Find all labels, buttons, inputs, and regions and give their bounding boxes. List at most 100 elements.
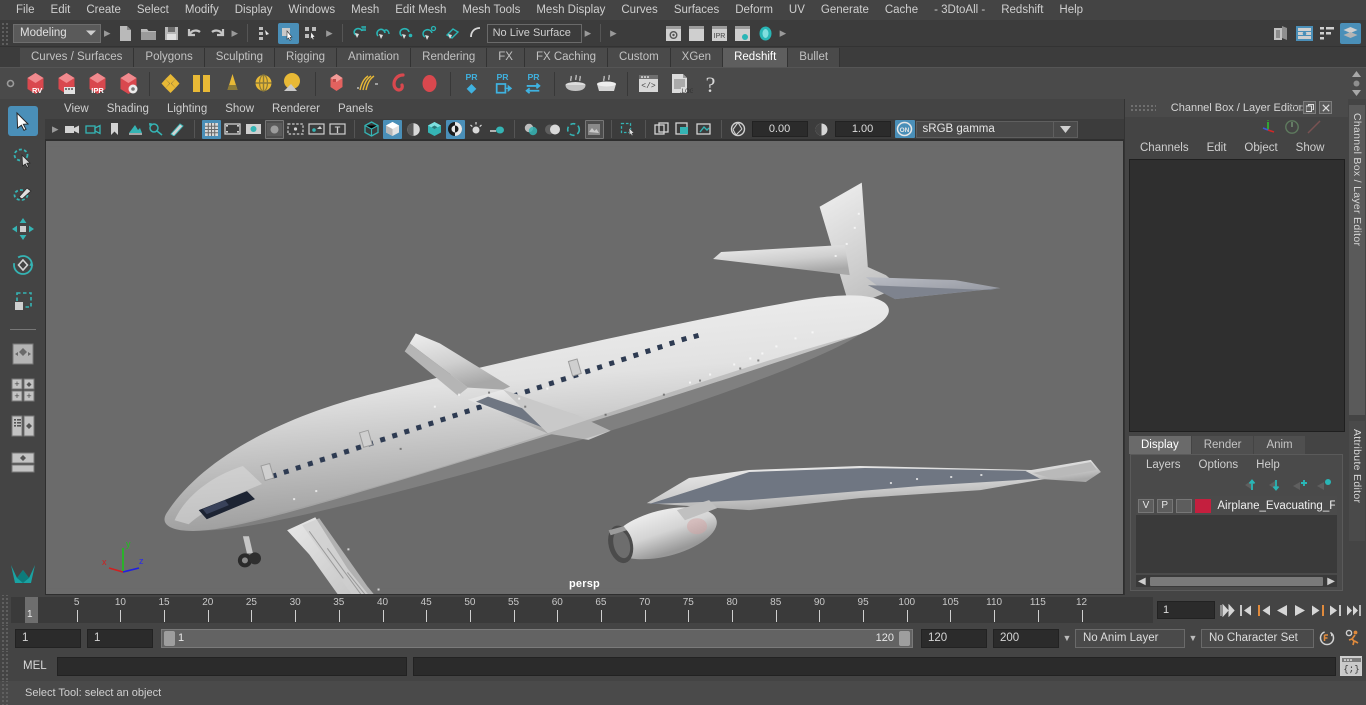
move-layer-up-icon[interactable] (1244, 478, 1260, 491)
film-origin-icon[interactable] (286, 120, 305, 139)
redshift-render-view-icon[interactable]: RV (21, 69, 50, 98)
command-line-grip[interactable] (0, 651, 9, 681)
render-region-icon[interactable] (695, 120, 714, 139)
range-end-handle[interactable] (899, 630, 910, 646)
persp-outliner-layout[interactable] (8, 411, 38, 441)
command-input-field[interactable] (56, 656, 407, 676)
ambient-occlusion-icon[interactable] (467, 120, 486, 139)
animation-preferences-icon[interactable] (1340, 629, 1366, 647)
viewport-snapshot-icon[interactable] (584, 119, 604, 139)
play-forwards-icon[interactable] (1291, 600, 1308, 620)
paint-select-tool[interactable] (8, 178, 38, 208)
open-scene-icon[interactable] (138, 23, 159, 44)
rotate-tool[interactable] (8, 250, 38, 280)
diagonal-line-icon[interactable] (1306, 119, 1322, 135)
anim-start-time-field[interactable]: 1 (15, 628, 81, 648)
layer-horizontal-scrollbar[interactable]: ◀ ▶ (1136, 575, 1337, 587)
shelf-tab-fx[interactable]: FX (487, 48, 525, 67)
perspective-viewport[interactable]: y x z persp (45, 140, 1124, 595)
gamma-field[interactable]: 1.00 (834, 121, 891, 137)
hypershade-icon[interactable] (755, 23, 776, 44)
viewport-menu-panels[interactable]: Panels (329, 99, 382, 119)
xray-active-components-icon[interactable] (619, 120, 638, 139)
play-backwards-icon[interactable] (1273, 600, 1290, 620)
redshift-bake-set-icon[interactable] (592, 69, 621, 98)
layer-scroll-thumb[interactable] (1149, 576, 1324, 586)
camera-attributes-icon[interactable] (84, 120, 103, 139)
panel-grip-left[interactable] (1130, 104, 1156, 112)
layer-playback-toggle[interactable]: P (1156, 498, 1173, 513)
time-slider-grip[interactable] (0, 595, 9, 625)
dock-tab-channel-box[interactable]: Channel Box / Layer Editor (1349, 105, 1365, 415)
step-back-frame-icon[interactable] (1255, 600, 1272, 620)
status-expander-5[interactable]: ▸ (607, 25, 620, 41)
select-by-object-icon[interactable] (278, 22, 300, 44)
menu-help[interactable]: Help (1051, 0, 1091, 20)
four-view-layout[interactable]: + + + (8, 375, 38, 405)
scroll-left-arrow-icon[interactable]: ◀ (1136, 576, 1148, 587)
wireframe-shaded-icon[interactable] (362, 120, 381, 139)
shelf-tab-fx-caching[interactable]: FX Caching (524, 48, 609, 67)
shelf-tab-polygons[interactable]: Polygons (134, 48, 205, 67)
gate-mask-icon[interactable] (264, 119, 284, 139)
menu-redshift[interactable]: Redshift (993, 0, 1051, 20)
menu-windows[interactable]: Windows (280, 0, 343, 20)
anim-layer-dropdown-arrow[interactable]: ▼ (1059, 633, 1075, 643)
scroll-right-arrow-icon[interactable]: ▶ (1325, 576, 1337, 587)
menu-generate[interactable]: Generate (813, 0, 877, 20)
redshift-pr-export-icon[interactable]: PR (488, 69, 517, 98)
persp-graph-layout[interactable] (8, 447, 38, 477)
snap-to-grid-icon[interactable] (350, 23, 371, 44)
redshift-ies-light-icon[interactable] (249, 69, 278, 98)
shelf-tab-redshift[interactable]: Redshift (723, 48, 789, 67)
render-sequence-icon[interactable] (686, 23, 707, 44)
dock-tab-attribute-editor[interactable]: Attribute Editor (1349, 421, 1365, 541)
status-expander-4[interactable]: ▸ (582, 25, 595, 41)
ipr-render-icon[interactable]: IPR (709, 23, 730, 44)
render-view-icon[interactable] (663, 23, 684, 44)
redshift-dome-light-icon[interactable] (187, 69, 216, 98)
film-gate-icon[interactable] (223, 120, 242, 139)
snap-to-view-plane-icon[interactable] (442, 23, 463, 44)
select-by-component-icon[interactable] (301, 23, 322, 44)
layer-tab-display[interactable]: Display (1129, 436, 1191, 454)
exposure-icon[interactable] (307, 120, 326, 139)
step-forward-frame-icon[interactable] (1309, 600, 1326, 620)
exposure-aperture-icon[interactable] (729, 120, 748, 139)
snap-to-curve-icon[interactable] (373, 23, 394, 44)
menu-surfaces[interactable]: Surfaces (666, 0, 727, 20)
save-scene-icon[interactable] (161, 23, 182, 44)
range-start-handle[interactable] (164, 630, 175, 646)
isolate-select-icon[interactable] (564, 120, 583, 139)
layer-visibility-toggle[interactable]: V (1138, 498, 1154, 513)
redshift-hair-icon[interactable] (353, 69, 382, 98)
range-slider-bar[interactable]: 1 120 (161, 628, 913, 648)
menu-display[interactable]: Display (227, 0, 281, 20)
redshift-bake-icon[interactable] (561, 69, 590, 98)
xray-toggle-icon[interactable]: T (328, 120, 347, 139)
shelf-scroll-controls[interactable] (1346, 71, 1366, 96)
menu-uv[interactable]: UV (781, 0, 813, 20)
redshift-render-settings-icon[interactable] (114, 69, 143, 98)
layer-menu-layers[interactable]: Layers (1137, 459, 1190, 471)
range-slider-grip[interactable] (0, 625, 9, 651)
multisample-icon[interactable] (522, 120, 541, 139)
tool-settings-toggle-icon[interactable] (1340, 22, 1361, 44)
script-editor-icon[interactable]: {;} (1340, 656, 1362, 676)
step-forward-keyframe-icon[interactable] (1327, 600, 1344, 620)
redo-icon[interactable] (207, 23, 228, 44)
menu-edit-mesh[interactable]: Edit Mesh (387, 0, 454, 20)
color-space-dropdown-arrow[interactable] (1053, 120, 1078, 138)
smooth-shade-textured-icon[interactable] (404, 120, 423, 139)
step-back-keyframe-icon[interactable] (1237, 600, 1254, 620)
menu-deform[interactable]: Deform (727, 0, 781, 20)
menu-mesh-tools[interactable]: Mesh Tools (454, 0, 528, 20)
color-space-field[interactable]: sRGB gamma (915, 120, 1054, 138)
command-language-label[interactable]: MEL (9, 660, 57, 672)
airplane-3d-model[interactable] (46, 141, 1123, 594)
select-camera-icon[interactable] (63, 120, 82, 139)
redshift-script-editor-icon[interactable]: </> (634, 69, 663, 98)
paste-render-icon[interactable] (674, 120, 693, 139)
channel-menu-show[interactable]: Show (1287, 142, 1334, 154)
character-set-dropdown-arrow[interactable]: ▼ (1185, 633, 1201, 643)
